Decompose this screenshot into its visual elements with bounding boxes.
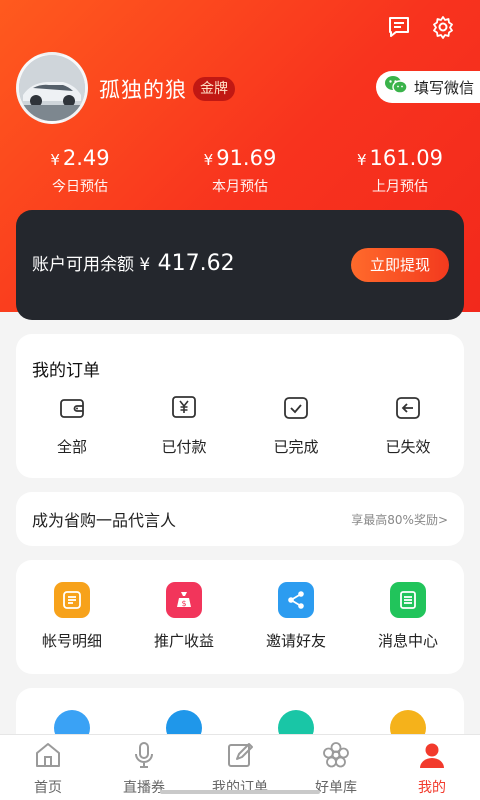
order-completed-label: 已完成	[273, 438, 319, 456]
balance-label: 账户可用余额	[32, 255, 134, 275]
balance-amount: 417.62	[157, 251, 235, 276]
tool-message-center[interactable]: 消息中心	[352, 582, 464, 651]
currency-symbol: ¥	[50, 151, 60, 169]
balance-info: 账户可用余额 ¥ 417.62	[32, 250, 235, 276]
orders-title: 我的订单	[32, 361, 100, 381]
tool-label: 帐号明细	[41, 632, 102, 650]
order-expired[interactable]: 已失效	[352, 394, 464, 457]
tool-account-details[interactable]: 帐号明细	[16, 582, 128, 651]
ambassador-banner[interactable]: 成为省购一品代言人 享最高80%奖励>	[16, 492, 464, 546]
order-all-label: 全部	[56, 438, 87, 456]
return-icon	[394, 394, 422, 422]
stat-last-month[interactable]: ¥161.09 上月预估	[320, 146, 480, 196]
tab-label: 我的订单	[212, 780, 268, 796]
money-bag-icon: $	[166, 582, 202, 618]
svg-text:$: $	[181, 599, 186, 608]
yen-receipt-icon	[170, 394, 198, 422]
gear-icon[interactable]	[430, 14, 456, 40]
tab-label: 好单库	[315, 780, 357, 796]
tool-label: 消息中心	[377, 632, 438, 650]
user-icon	[417, 741, 447, 773]
stat-value: 91.69	[216, 146, 277, 170]
tab-label: 我的	[418, 780, 446, 796]
home-icon	[33, 741, 63, 773]
order-expired-label: 已失效	[385, 438, 431, 456]
stat-value: 2.49	[62, 146, 110, 170]
stat-label: 上月预估	[372, 179, 428, 195]
stat-label: 本月预估	[212, 179, 268, 195]
tool-invite-friends[interactable]: 邀请好友	[240, 582, 352, 651]
ambassador-text: 成为省购一品代言人	[32, 511, 177, 530]
order-paid[interactable]: 已付款	[128, 394, 240, 457]
tool-label: 邀请好友	[265, 632, 326, 650]
message-icon[interactable]	[386, 14, 412, 40]
balance-currency: ¥	[139, 255, 151, 275]
order-all[interactable]: 全部	[16, 394, 128, 457]
earnings-stats: ¥2.49 今日预估 ¥91.69 本月预估 ¥161.09 上月预估	[0, 146, 480, 196]
fill-wechat-label: 填写微信	[414, 78, 475, 97]
stat-today[interactable]: ¥2.49 今日预估	[0, 146, 160, 196]
tools-row: 帐号明细 $ 推广收益 邀请好友 消息中心	[16, 582, 464, 651]
stat-value: 161.09	[369, 146, 444, 170]
tab-home[interactable]: 首页	[0, 735, 96, 800]
member-badge: 金牌	[193, 77, 235, 101]
microphone-icon	[129, 741, 159, 773]
withdraw-button[interactable]: 立即提现	[351, 248, 449, 282]
order-paid-label: 已付款	[161, 438, 207, 456]
share-icon	[278, 582, 314, 618]
tools-card: 帐号明细 $ 推广收益 邀请好友 消息中心	[16, 560, 464, 674]
stat-this-month[interactable]: ¥91.69 本月预估	[160, 146, 320, 196]
tool-label: 推广收益	[153, 632, 214, 650]
tab-mine[interactable]: 我的	[384, 735, 480, 800]
flower-icon	[321, 741, 351, 773]
balance-card: 账户可用余额 ¥ 417.62 立即提现	[16, 210, 464, 320]
tab-label: 直播券	[123, 780, 165, 796]
stat-label: 今日预估	[52, 179, 108, 195]
ambassador-reward: 享最高80%奖励>	[351, 512, 448, 527]
message-center-icon	[390, 582, 426, 618]
username: 孤独的狼	[99, 78, 187, 102]
wechat-icon	[384, 74, 408, 100]
completed-icon	[282, 394, 310, 422]
wallet-icon	[58, 394, 86, 422]
currency-symbol: ¥	[356, 151, 367, 169]
order-status-row: 全部 已付款 已完成 已失效	[16, 394, 464, 457]
tool-promotion-earnings[interactable]: $ 推广收益	[128, 582, 240, 651]
currency-symbol: ¥	[203, 151, 214, 169]
tab-label: 首页	[34, 780, 62, 796]
header-actions	[386, 14, 456, 40]
list-icon	[54, 582, 90, 618]
home-indicator	[160, 790, 320, 794]
my-orders-card: 我的订单 全部 已付款 已完成 已失效	[16, 334, 464, 478]
avatar[interactable]	[16, 52, 88, 124]
fill-wechat-button[interactable]: 填写微信	[376, 71, 480, 103]
edit-icon	[225, 741, 255, 773]
order-completed[interactable]: 已完成	[240, 394, 352, 457]
bottom-tab-bar: 首页 直播券 我的订单 好单库 我的	[0, 734, 480, 800]
